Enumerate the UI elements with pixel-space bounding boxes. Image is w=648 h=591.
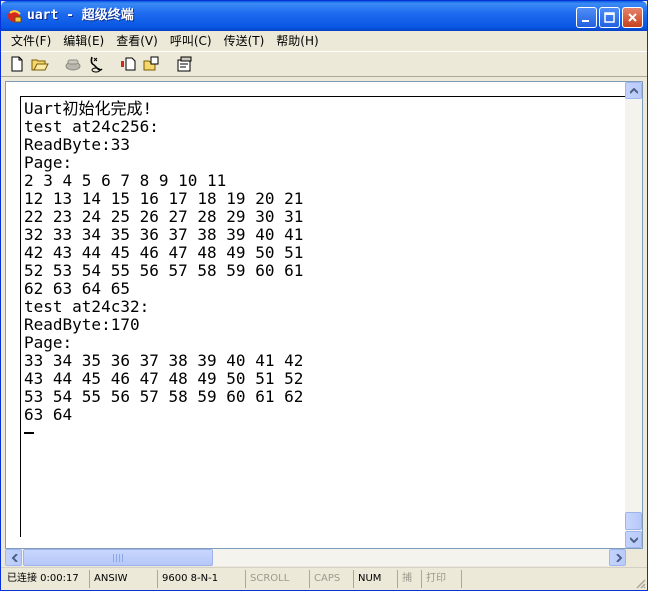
minimize-button[interactable] <box>576 7 597 28</box>
minimize-icon <box>582 20 589 22</box>
status-num: NUM <box>353 570 397 588</box>
resize-grip-icon[interactable] <box>634 577 646 589</box>
status-settings: 9600 8-N-1 <box>157 570 245 588</box>
chevron-right-icon <box>616 554 623 562</box>
maximize-button[interactable] <box>599 7 620 28</box>
menu-call[interactable]: 呼叫(C) <box>164 32 218 50</box>
menu-view[interactable]: 查看(V) <box>110 32 164 50</box>
call-button[interactable] <box>61 53 84 75</box>
close-button[interactable] <box>622 7 643 28</box>
horizontal-scroll-thumb[interactable] <box>23 549 213 566</box>
menu-edit[interactable]: 编辑(E) <box>57 32 110 50</box>
hyperterminal-app-icon[interactable] <box>7 8 23 24</box>
properties-icon <box>177 56 191 72</box>
menu-bar: 文件(F) 编辑(E) 查看(V) 呼叫(C) 传送(T) 帮助(H) <box>1 31 647 51</box>
scroll-down-button[interactable] <box>625 531 642 548</box>
chevron-down-icon <box>630 537 638 543</box>
send-icon <box>120 57 135 71</box>
open-button[interactable] <box>28 53 51 75</box>
scroll-right-button[interactable] <box>609 549 626 566</box>
scroll-up-button[interactable] <box>625 82 642 99</box>
send-button[interactable] <box>117 53 140 75</box>
status-caps: CAPS <box>309 570 353 588</box>
chevron-left-icon <box>11 554 18 562</box>
status-scroll: SCROLL <box>245 570 309 588</box>
window-title: uart - 超级终端 <box>27 8 134 23</box>
vertical-scrollbar[interactable] <box>625 82 642 548</box>
status-capture: 捕 <box>397 570 421 588</box>
window-controls <box>576 7 643 28</box>
vertical-scroll-thumb[interactable] <box>625 512 642 530</box>
disconnect-button[interactable] <box>84 53 107 75</box>
maximize-icon <box>604 12 615 23</box>
horizontal-scrollbar[interactable] <box>5 549 626 566</box>
properties-button[interactable] <box>173 53 196 75</box>
terminal-output-text: Uart初始化完成! test at24c256: ReadByte:33 Pa… <box>24 99 304 424</box>
hyperterminal-window: uart - 超级终端 文件(F) 编辑(E) 查看(V) 呼叫(C) 传送(T… <box>0 0 648 591</box>
title-bar[interactable]: uart - 超级终端 <box>1 1 647 31</box>
chevron-up-icon <box>630 88 638 94</box>
new-document-icon <box>11 56 22 72</box>
terminal-output: Uart初始化完成! test at24c256: ReadByte:33 Pa… <box>24 100 303 434</box>
status-print: 打印 <box>421 570 461 588</box>
status-emulation: ANSIW <box>89 570 157 588</box>
receive-button[interactable] <box>140 53 163 75</box>
status-bar: 已连接 0:00:17 ANSIW 9600 8-N-1 SCROLL CAPS… <box>1 567 647 590</box>
open-folder-icon <box>31 59 49 71</box>
menu-file[interactable]: 文件(F) <box>5 32 57 50</box>
toolbar <box>1 51 647 77</box>
new-connection-button[interactable] <box>5 53 28 75</box>
close-icon <box>628 13 637 22</box>
terminal-screen[interactable]: Uart初始化完成! test at24c256: ReadByte:33 Pa… <box>20 96 625 537</box>
disconnect-icon <box>90 56 103 73</box>
text-cursor <box>24 432 34 434</box>
menu-transfer[interactable]: 传送(T) <box>218 32 271 50</box>
status-empty <box>461 570 631 588</box>
scroll-grip <box>113 554 125 562</box>
dial-phone-icon <box>65 59 80 71</box>
scroll-left-button[interactable] <box>5 549 22 566</box>
status-connection: 已连接 0:00:17 <box>7 573 79 584</box>
terminal-frame: Uart初始化完成! test at24c256: ReadByte:33 Pa… <box>5 81 643 549</box>
menu-help[interactable]: 帮助(H) <box>270 32 324 50</box>
receive-icon <box>143 56 158 71</box>
